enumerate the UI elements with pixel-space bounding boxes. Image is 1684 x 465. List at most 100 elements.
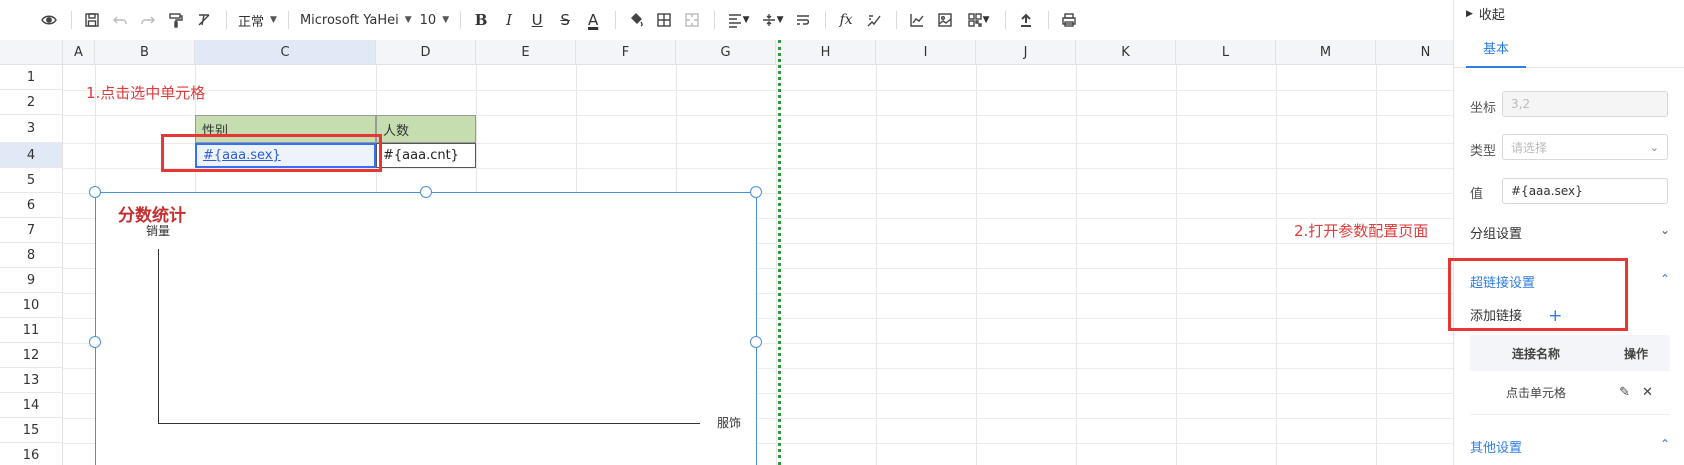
add-link-plus-icon[interactable]: +	[1548, 306, 1562, 326]
hyperlink-settings-section[interactable]: 超链接设置 ⌃	[1470, 272, 1670, 291]
column-header[interactable]: J	[976, 40, 1076, 65]
edit-pencil-icon[interactable]: ✎	[1619, 385, 1630, 400]
undo-icon[interactable]	[107, 6, 133, 34]
strikethrough-icon[interactable]: S	[552, 6, 578, 34]
print-icon[interactable]	[1056, 6, 1082, 34]
row-header[interactable]: 10	[0, 293, 63, 318]
cell-D3[interactable]: 人数	[376, 115, 476, 143]
format-painter-icon[interactable]	[163, 6, 189, 34]
select-all-corner[interactable]	[0, 40, 63, 65]
upload-icon[interactable]	[1013, 6, 1039, 34]
toolbar-divider	[71, 11, 72, 29]
fill-color-icon[interactable]	[623, 6, 649, 34]
group-settings-label: 分组设置	[1470, 227, 1523, 242]
redo-icon[interactable]	[135, 6, 161, 34]
panel-tabs: 基本	[1454, 36, 1684, 68]
row-header[interactable]: 15	[0, 418, 63, 443]
qrcode-icon[interactable]: ▼	[960, 6, 996, 34]
tab-basic[interactable]: 基本	[1466, 36, 1526, 68]
chart-container[interactable]: 分数统计 销量 服饰	[95, 192, 757, 465]
underline-icon[interactable]: U	[524, 6, 550, 34]
link-table: 连接名称 操作 点击单元格 ✎ ✕	[1470, 335, 1670, 415]
coord-field: 3,2	[1502, 91, 1668, 117]
resize-handle[interactable]	[89, 336, 101, 348]
row-header[interactable]: 13	[0, 368, 63, 393]
grid-line	[63, 90, 1453, 91]
column-header[interactable]: M	[1276, 40, 1376, 65]
save-icon[interactable]	[79, 6, 105, 34]
coord-label: 坐标	[1470, 101, 1497, 116]
column-header[interactable]: H	[776, 40, 876, 65]
merge-cells-icon[interactable]	[679, 6, 705, 34]
type-select[interactable]: 请选择 ⌄	[1502, 134, 1668, 160]
resize-handle[interactable]	[420, 186, 432, 198]
spreadsheet-grid[interactable]: A B C D E F G H I J K L M N 1 2 3 4 5 6 …	[0, 40, 1453, 465]
row-header[interactable]: 16	[0, 443, 63, 465]
row-header[interactable]: 7	[0, 218, 63, 243]
row-header[interactable]: 2	[0, 90, 63, 115]
column-header[interactable]: B	[95, 40, 195, 65]
grid-line	[1176, 65, 1177, 465]
column-header[interactable]: L	[1176, 40, 1276, 65]
horizontal-align-icon[interactable]: ▼	[722, 6, 754, 34]
toolbar: 正常 ▼ Microsoft YaHei ▼ 10 ▼ B I U S A ▼	[0, 0, 1453, 40]
column-header[interactable]: D	[376, 40, 476, 65]
number-format-dropdown[interactable]: 正常 ▼	[234, 6, 281, 34]
resize-handle[interactable]	[750, 336, 762, 348]
column-header[interactable]: G	[676, 40, 776, 65]
preview-eye-icon[interactable]	[36, 6, 62, 34]
chevron-down-icon: ⌄	[1649, 140, 1659, 154]
row-header[interactable]: 12	[0, 343, 63, 368]
collapse-toggle[interactable]: ▶ 收起	[1466, 4, 1505, 23]
row-header[interactable]: 8	[0, 243, 63, 268]
add-link-row: 添加链接 +	[1470, 305, 1562, 326]
row-header[interactable]: 5	[0, 168, 63, 193]
caret-down-icon: ▼	[270, 15, 277, 25]
properties-panel: ▶ 收起 基本 坐标 3,2 类型 请选择 ⌄ 值 #{aaa.sex} 分组设…	[1448, 0, 1684, 465]
grid-line	[776, 65, 777, 465]
column-header[interactable]: A	[63, 40, 95, 65]
toolbar-divider	[896, 11, 898, 29]
font-color-icon[interactable]: A	[580, 6, 606, 34]
chart-icon[interactable]	[904, 6, 930, 34]
column-header[interactable]: C	[195, 40, 376, 65]
clear-format-icon[interactable]	[191, 6, 217, 34]
row-header[interactable]: 14	[0, 393, 63, 418]
resize-handle[interactable]	[89, 186, 101, 198]
caret-down-icon: ▼	[404, 15, 412, 25]
row-header[interactable]: 9	[0, 268, 63, 293]
resize-handle[interactable]	[750, 186, 762, 198]
value-label: 值	[1470, 187, 1484, 202]
other-settings-section[interactable]: 其他设置 ⌃	[1470, 437, 1670, 456]
row-header[interactable]: 3	[0, 115, 63, 143]
column-header[interactable]: F	[576, 40, 676, 65]
other-settings-label: 其他设置	[1470, 441, 1523, 456]
font-family-dropdown[interactable]: Microsoft YaHei ▼	[296, 6, 416, 34]
caret-right-icon: ▶	[1466, 8, 1473, 19]
column-header[interactable]: E	[476, 40, 576, 65]
row-header[interactable]: 4	[0, 143, 63, 168]
grid-line	[876, 65, 877, 465]
cell-D4[interactable]: #{aaa.cnt}	[376, 143, 476, 168]
column-header[interactable]: K	[1076, 40, 1176, 65]
row-header[interactable]: 6	[0, 193, 63, 218]
bold-icon[interactable]: B	[468, 6, 494, 34]
vertical-align-icon[interactable]: ▼	[756, 6, 788, 34]
font-size-dropdown[interactable]: 10 ▼	[416, 6, 453, 34]
group-settings-section[interactable]: 分组设置 ⌄	[1470, 223, 1670, 242]
text-wrap-icon[interactable]	[790, 6, 816, 34]
column-header[interactable]: I	[876, 40, 976, 65]
image-icon[interactable]	[932, 6, 958, 34]
conditional-format-icon[interactable]	[861, 6, 887, 34]
row-header[interactable]: 11	[0, 318, 63, 343]
row-header[interactable]: 1	[0, 65, 63, 90]
close-icon[interactable]: ✕	[1642, 385, 1653, 400]
italic-icon[interactable]: I	[496, 6, 522, 34]
borders-icon[interactable]	[651, 6, 677, 34]
toolbar-divider	[615, 11, 617, 29]
column-header[interactable]: N	[1376, 40, 1453, 65]
function-fx-icon[interactable]: fx	[833, 6, 859, 34]
value-field[interactable]: #{aaa.sex}	[1502, 178, 1668, 204]
toolbar-divider	[1005, 11, 1007, 29]
freeze-pane-line[interactable]	[778, 40, 781, 465]
